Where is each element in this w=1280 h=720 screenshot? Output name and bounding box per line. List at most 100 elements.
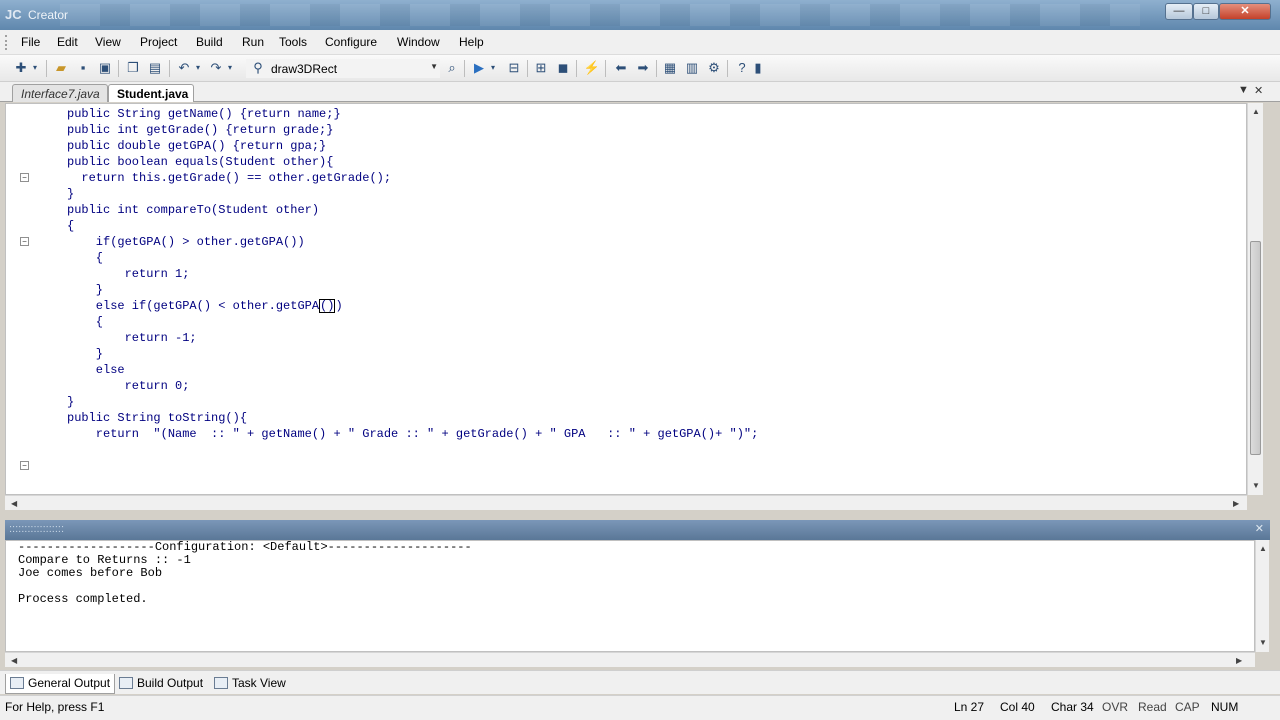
code-line: else if(getGPA() < other.getGPA [67,299,320,313]
undo-dropdown-icon[interactable]: ▾ [193,59,203,77]
menu-project[interactable]: Project [140,35,177,49]
toolbar-grip[interactable]: ▮ [753,59,763,77]
fold-toggle-icon[interactable]: − [20,461,29,470]
toolbar-separator [656,60,657,77]
tab-interface7[interactable]: Interface7.java [12,84,108,102]
redo-dropdown-icon[interactable]: ▾ [225,59,235,77]
status-numlock: NUM [1211,700,1239,714]
compile-icon[interactable]: ⊟ [505,59,523,77]
find-icon[interactable]: ⌕ [443,59,461,77]
fold-toggle-icon[interactable]: − [20,237,29,246]
output-horizontal-scrollbar[interactable]: ◀ ▶ [5,652,1255,667]
code-line: } [67,187,75,201]
save-all-icon[interactable]: ▣ [96,59,114,77]
menu-help[interactable]: Help [459,35,484,49]
status-overwrite: OVR [1102,700,1129,714]
run-icon[interactable]: ▶ [470,59,488,77]
scroll-left-icon[interactable]: ◀ [11,656,17,665]
code-editor[interactable]: − − − public String getName() {return na… [5,103,1247,495]
maximize-button[interactable]: □ [1193,3,1219,20]
scroll-right-icon[interactable]: ▶ [1236,656,1242,665]
toolbar-separator [169,60,170,77]
stop-icon[interactable]: ◼ [554,59,572,77]
editor-gutter: − − − [6,104,36,494]
minimize-button[interactable]: — [1165,3,1193,20]
panel-splitter[interactable] [0,510,1280,518]
editor-horizontal-scrollbar[interactable]: ◀ ▶ [5,495,1247,510]
tab-label: Task View [232,676,286,690]
tab-task-view[interactable]: Task View [210,674,290,694]
build-icon[interactable]: ⊞ [532,59,550,77]
output-tab-bar: General Output Build Output Task View [0,670,1280,694]
scroll-left-icon[interactable]: ◀ [11,499,17,508]
output-panel-header: :::::::::::::::::: ✕ [5,520,1270,540]
binoculars-icon: ⚲ [253,60,263,75]
toolbar-separator [118,60,119,77]
new-file-icon[interactable]: ✚ [12,59,30,77]
menu-run[interactable]: Run [242,35,264,49]
close-tab-icon[interactable]: ✕ [1254,84,1263,97]
status-line: Ln 27 [954,700,985,714]
caret-bracket-match: () [319,299,336,313]
editor-scroll-thumb[interactable] [1250,241,1261,455]
toolbar-separator [527,60,528,77]
task-view-icon [214,677,228,689]
menu-view[interactable]: View [95,35,121,49]
title-background [60,4,1140,26]
redo-icon[interactable]: ↷ [207,59,225,77]
scroll-right-icon[interactable]: ▶ [1233,499,1239,508]
status-read: Read [1138,700,1167,714]
tab-build-output[interactable]: Build Output [115,674,207,694]
panel-icon[interactable]: ▥ [683,59,701,77]
code-line: if(getGPA() > other.getGPA()) [67,235,305,249]
forward-arrow-icon[interactable]: ➡ [634,59,652,77]
close-icon[interactable]: ✕ [1255,522,1264,535]
editor-vertical-scrollbar[interactable]: ▲ ▼ [1247,103,1263,495]
code-line: return "(Name :: " + getName() + " Grade… [67,427,759,441]
tab-label: General Output [28,676,111,690]
output-vertical-scrollbar[interactable]: ▲ ▼ [1255,540,1269,652]
menu-build[interactable]: Build [196,35,223,49]
new-dropdown-icon[interactable]: ▾ [30,59,40,77]
scroll-up-icon[interactable]: ▲ [1259,544,1267,553]
scroll-down-icon[interactable]: ▼ [1252,481,1260,490]
fold-toggle-icon[interactable]: − [20,173,29,182]
scroll-down-icon[interactable]: ▼ [1259,638,1267,647]
menu-configure[interactable]: Configure [325,35,377,49]
build-output-icon [119,677,133,689]
output-panel[interactable]: -------------------Configuration: <Defau… [5,540,1255,652]
close-button[interactable]: ✕ [1219,3,1271,20]
help-icon[interactable]: ? [733,59,751,77]
output-window-icon [10,677,24,689]
run-dropdown-icon[interactable]: ▾ [488,59,498,77]
code-line: else [67,363,125,377]
window-layout-icon[interactable]: ▦ [661,59,679,77]
code-line: } [67,395,75,409]
back-arrow-icon[interactable]: ⬅ [612,59,630,77]
tab-list-icon[interactable]: ▼ [1238,84,1249,96]
code-line: public String getName() {return name;} [67,107,341,121]
code-text[interactable]: public String getName() {return name;} pu… [67,106,758,442]
code-line: } [67,283,104,297]
copy-icon[interactable]: ❐ [124,59,142,77]
output-panel-grip[interactable]: :::::::::::::::::: [9,523,64,535]
menu-grip[interactable] [5,35,9,50]
save-icon[interactable]: ▪ [74,59,92,77]
menu-file[interactable]: File [21,35,40,49]
run-target-select[interactable]: ⚲ draw3DRect ▼ [246,59,440,78]
paste-icon[interactable]: ▤ [146,59,164,77]
chevron-down-icon: ▼ [430,62,438,71]
undo-icon[interactable]: ↶ [175,59,193,77]
debug-icon[interactable]: ⚡ [583,59,601,77]
settings-icon[interactable]: ⚙ [705,59,723,77]
code-line: } [67,347,104,361]
code-line: public int getGrade() {return grade;} [67,123,334,137]
open-folder-icon[interactable]: ▰ [52,59,70,77]
menu-tools[interactable]: Tools [279,35,307,49]
menu-edit[interactable]: Edit [57,35,78,49]
menu-window[interactable]: Window [397,35,440,49]
scroll-up-icon[interactable]: ▲ [1252,107,1260,116]
tab-general-output[interactable]: General Output [5,674,116,694]
code-line-caret: else if(getGPA() < other.getGPA()) [67,298,758,314]
tab-student[interactable]: Student.java [108,84,194,102]
